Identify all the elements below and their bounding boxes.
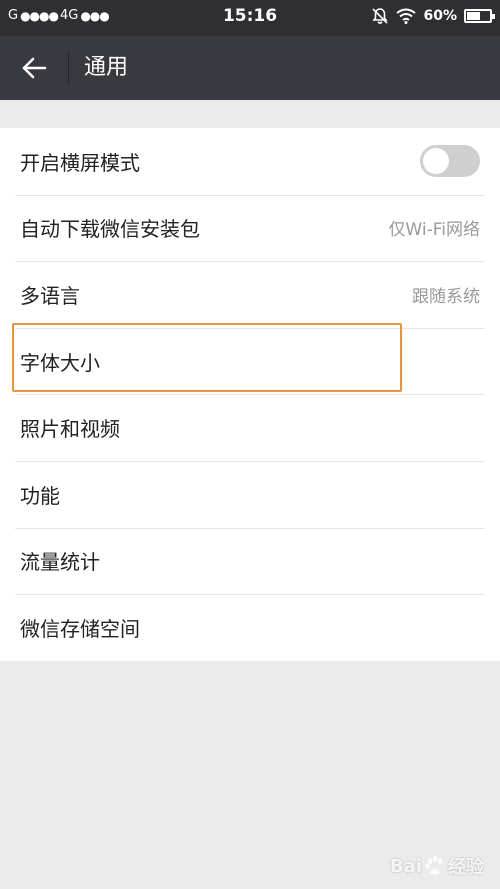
setting-auto-download[interactable]: 自动下载微信安装包 仅Wi-Fi网络 — [0, 194, 500, 262]
baidu-watermark: Bai 经验 — [390, 853, 484, 879]
setting-label: 自动下载微信安装包 — [20, 217, 200, 242]
setting-font-size[interactable]: 字体大小 — [0, 327, 500, 395]
setting-label: 照片和视频 — [20, 417, 120, 442]
setting-data-usage[interactable]: 流量统计 — [0, 527, 500, 595]
wifi-icon — [396, 8, 417, 24]
battery-percent: 60% — [423, 8, 457, 24]
nav-divider — [68, 52, 69, 84]
status-icons: 60% — [364, 7, 495, 25]
setting-photos-videos[interactable]: 照片和视频 — [0, 394, 500, 461]
watermark-left: Bai — [389, 855, 422, 877]
battery-tip — [492, 14, 495, 19]
setting-value: 跟随系统 — [412, 286, 480, 307]
setting-label: 流量统计 — [20, 550, 100, 575]
setting-label: 微信存储空间 — [20, 616, 140, 641]
setting-label: 功能 — [20, 483, 60, 508]
status-bar: G ●●●● 4G ●●● 15:16 60% — [0, 0, 500, 36]
setting-value: 仅Wi-Fi网络 — [388, 220, 480, 241]
settings-list: 开启横屏模式 自动下载微信安装包 仅Wi-Fi网络 多语言 跟随系统 字体大小 … — [0, 128, 500, 661]
nav-bar: 通用 — [0, 36, 500, 100]
setting-landscape-mode[interactable]: 开启横屏模式 — [0, 128, 500, 195]
paw-icon — [425, 856, 443, 875]
battery-icon — [464, 9, 495, 23]
setting-storage[interactable]: 微信存储空间 — [0, 594, 500, 661]
watermark-right: 经验 — [448, 857, 484, 878]
setting-label: 多语言 — [20, 283, 80, 308]
setting-features[interactable]: 功能 — [0, 460, 500, 528]
mute-bell-icon — [372, 8, 389, 24]
setting-language[interactable]: 多语言 跟随系统 — [0, 261, 500, 328]
landscape-toggle[interactable] — [420, 145, 480, 178]
toggle-knob — [423, 148, 449, 175]
page-title: 通用 — [84, 55, 129, 80]
back-arrow-icon[interactable] — [18, 52, 50, 84]
setting-label: 开启横屏模式 — [20, 150, 140, 175]
setting-label: 字体大小 — [20, 350, 100, 375]
battery-fill — [467, 12, 481, 20]
